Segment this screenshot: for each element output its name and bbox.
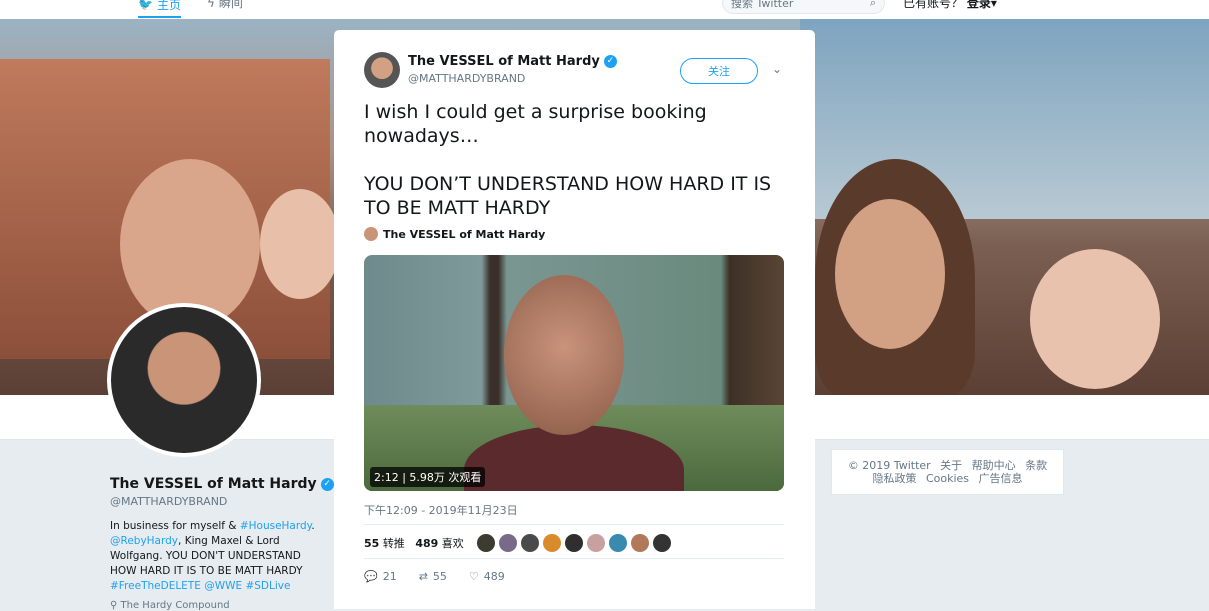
location-icon: ⚲	[110, 600, 118, 611]
tweet-author-name[interactable]: The VESSEL of Matt Hardy ✓	[408, 54, 617, 69]
profile-name[interactable]: The VESSEL of Matt Hardy ✓	[110, 476, 334, 492]
nav-moments-tab[interactable]: ϟ 瞬间	[207, 0, 243, 11]
reply-icon: 💬	[364, 570, 378, 583]
footer-about-link[interactable]: 关于	[940, 459, 962, 472]
bio-text: In business for myself &	[110, 520, 240, 532]
top-nav-bar: 🐦 主页 ϟ 瞬间 搜索 Twitter ⌕ 已有账号？ 登录▾	[0, 0, 1209, 20]
tweet-stats: 55 转推 489 喜欢	[364, 535, 464, 551]
chevron-down-icon[interactable]: ⌄	[772, 62, 782, 76]
profile-location: ⚲ The Hardy Compound	[110, 600, 230, 611]
attribution-name: The VESSEL of Matt Hardy	[383, 227, 546, 241]
liker-avatar[interactable]	[543, 534, 561, 552]
tweet-author-name-text: The VESSEL of Matt Hardy	[408, 54, 600, 69]
bio-link[interactable]: #FreeTheDELETE	[110, 580, 201, 592]
liker-avatar[interactable]	[609, 534, 627, 552]
liker-avatar[interactable]	[587, 534, 605, 552]
banner-person-4	[1030, 249, 1160, 389]
login-prompt: 已有账号？	[903, 0, 964, 10]
profile-location-text: The Hardy Compound	[120, 600, 230, 611]
footer-terms-link[interactable]: 条款	[1025, 459, 1047, 472]
tweet-author-handle[interactable]: @MATTHARDYBRAND	[408, 72, 525, 85]
profile-avatar[interactable]	[107, 303, 261, 457]
retweet-label[interactable]: 转推	[383, 537, 405, 550]
footer-ads-link[interactable]: 广告信息	[979, 472, 1023, 485]
tweet-timestamp[interactable]: 下午12:09 - 2019年11月23日	[364, 502, 518, 518]
verified-badge-icon: ✓	[603, 55, 617, 68]
tweet-author-avatar[interactable]	[364, 52, 400, 88]
divider	[364, 558, 784, 559]
tweet-actions: 💬 21 ⇄ 55 ♡ 489	[364, 570, 505, 583]
reply-count: 21	[382, 570, 397, 583]
liker-avatar[interactable]	[565, 534, 583, 552]
like-action[interactable]: ♡ 489	[469, 570, 505, 583]
footer-cookies-link[interactable]: Cookies	[926, 472, 969, 485]
attribution-avatar	[364, 227, 378, 241]
login-link[interactable]: 登录	[967, 0, 991, 10]
liker-avatars	[477, 534, 671, 552]
profile-name-text: The VESSEL of Matt Hardy	[110, 476, 317, 492]
nav-moments-label: 瞬间	[218, 0, 243, 10]
liker-avatar[interactable]	[499, 534, 517, 552]
reply-action[interactable]: 💬 21	[364, 570, 397, 583]
liker-avatar[interactable]	[521, 534, 539, 552]
verified-badge-icon: ✓	[320, 477, 334, 491]
like-action-count: 489	[483, 570, 505, 583]
retweet-action-count: 55	[432, 570, 447, 583]
tweet-video[interactable]: 2:12 | 5.98万 次观看	[364, 255, 784, 491]
search-placeholder: 搜索 Twitter	[731, 0, 794, 10]
nav-home-tab[interactable]: 🐦 主页	[138, 0, 181, 18]
banner-person-3	[835, 199, 945, 349]
search-input[interactable]: 搜索 Twitter ⌕	[722, 0, 885, 14]
lightning-icon: ϟ	[207, 0, 215, 10]
follow-button[interactable]: 关注	[680, 58, 758, 84]
liker-avatar[interactable]	[653, 534, 671, 552]
retweet-count[interactable]: 55	[364, 537, 379, 550]
retweet-action[interactable]: ⇄ 55	[419, 570, 447, 583]
like-count[interactable]: 489	[415, 537, 438, 550]
bio-link[interactable]: #SDLive	[245, 580, 290, 592]
banner-person-2	[260, 189, 340, 299]
bio-link[interactable]: @WWE	[204, 580, 242, 592]
liker-avatar[interactable]	[631, 534, 649, 552]
profile-bio: In business for myself & #HouseHardy. @R…	[110, 519, 328, 594]
bio-text: .	[311, 520, 315, 532]
heart-icon: ♡	[468, 570, 479, 583]
search-icon[interactable]: ⌕	[870, 0, 876, 10]
bird-icon: 🐦	[138, 0, 153, 11]
bio-link[interactable]: #HouseHardy	[240, 520, 312, 532]
video-person-head	[504, 275, 624, 435]
video-attribution[interactable]: The VESSEL of Matt Hardy	[364, 227, 545, 241]
profile-handle[interactable]: @MATTHARDYBRAND	[110, 495, 227, 508]
tweet-text: I wish I could get a surprise booking no…	[364, 101, 772, 219]
retweet-icon: ⇄	[418, 570, 428, 583]
footer-privacy-link[interactable]: 隐私政策	[872, 472, 916, 485]
footer-links: © 2019 Twitter 关于 帮助中心 条款 隐私政策 Cookies 广…	[831, 449, 1064, 495]
tweet-modal: The VESSEL of Matt Hardy ✓ @MATTHARDYBRA…	[334, 30, 815, 609]
login-area: 已有账号？ 登录▾	[903, 0, 997, 11]
footer-help-link[interactable]: 帮助中心	[972, 459, 1016, 472]
nav-home-label: 主页	[156, 0, 181, 12]
caret-down-icon[interactable]: ▾	[991, 0, 997, 10]
bio-link[interactable]: @RebyHardy	[110, 535, 178, 547]
video-duration-views-badge: 2:12 | 5.98万 次观看	[370, 467, 486, 487]
like-label[interactable]: 喜欢	[442, 537, 464, 550]
footer-copyright: © 2019 Twitter	[847, 459, 931, 472]
liker-avatar[interactable]	[477, 534, 495, 552]
divider	[364, 524, 784, 525]
